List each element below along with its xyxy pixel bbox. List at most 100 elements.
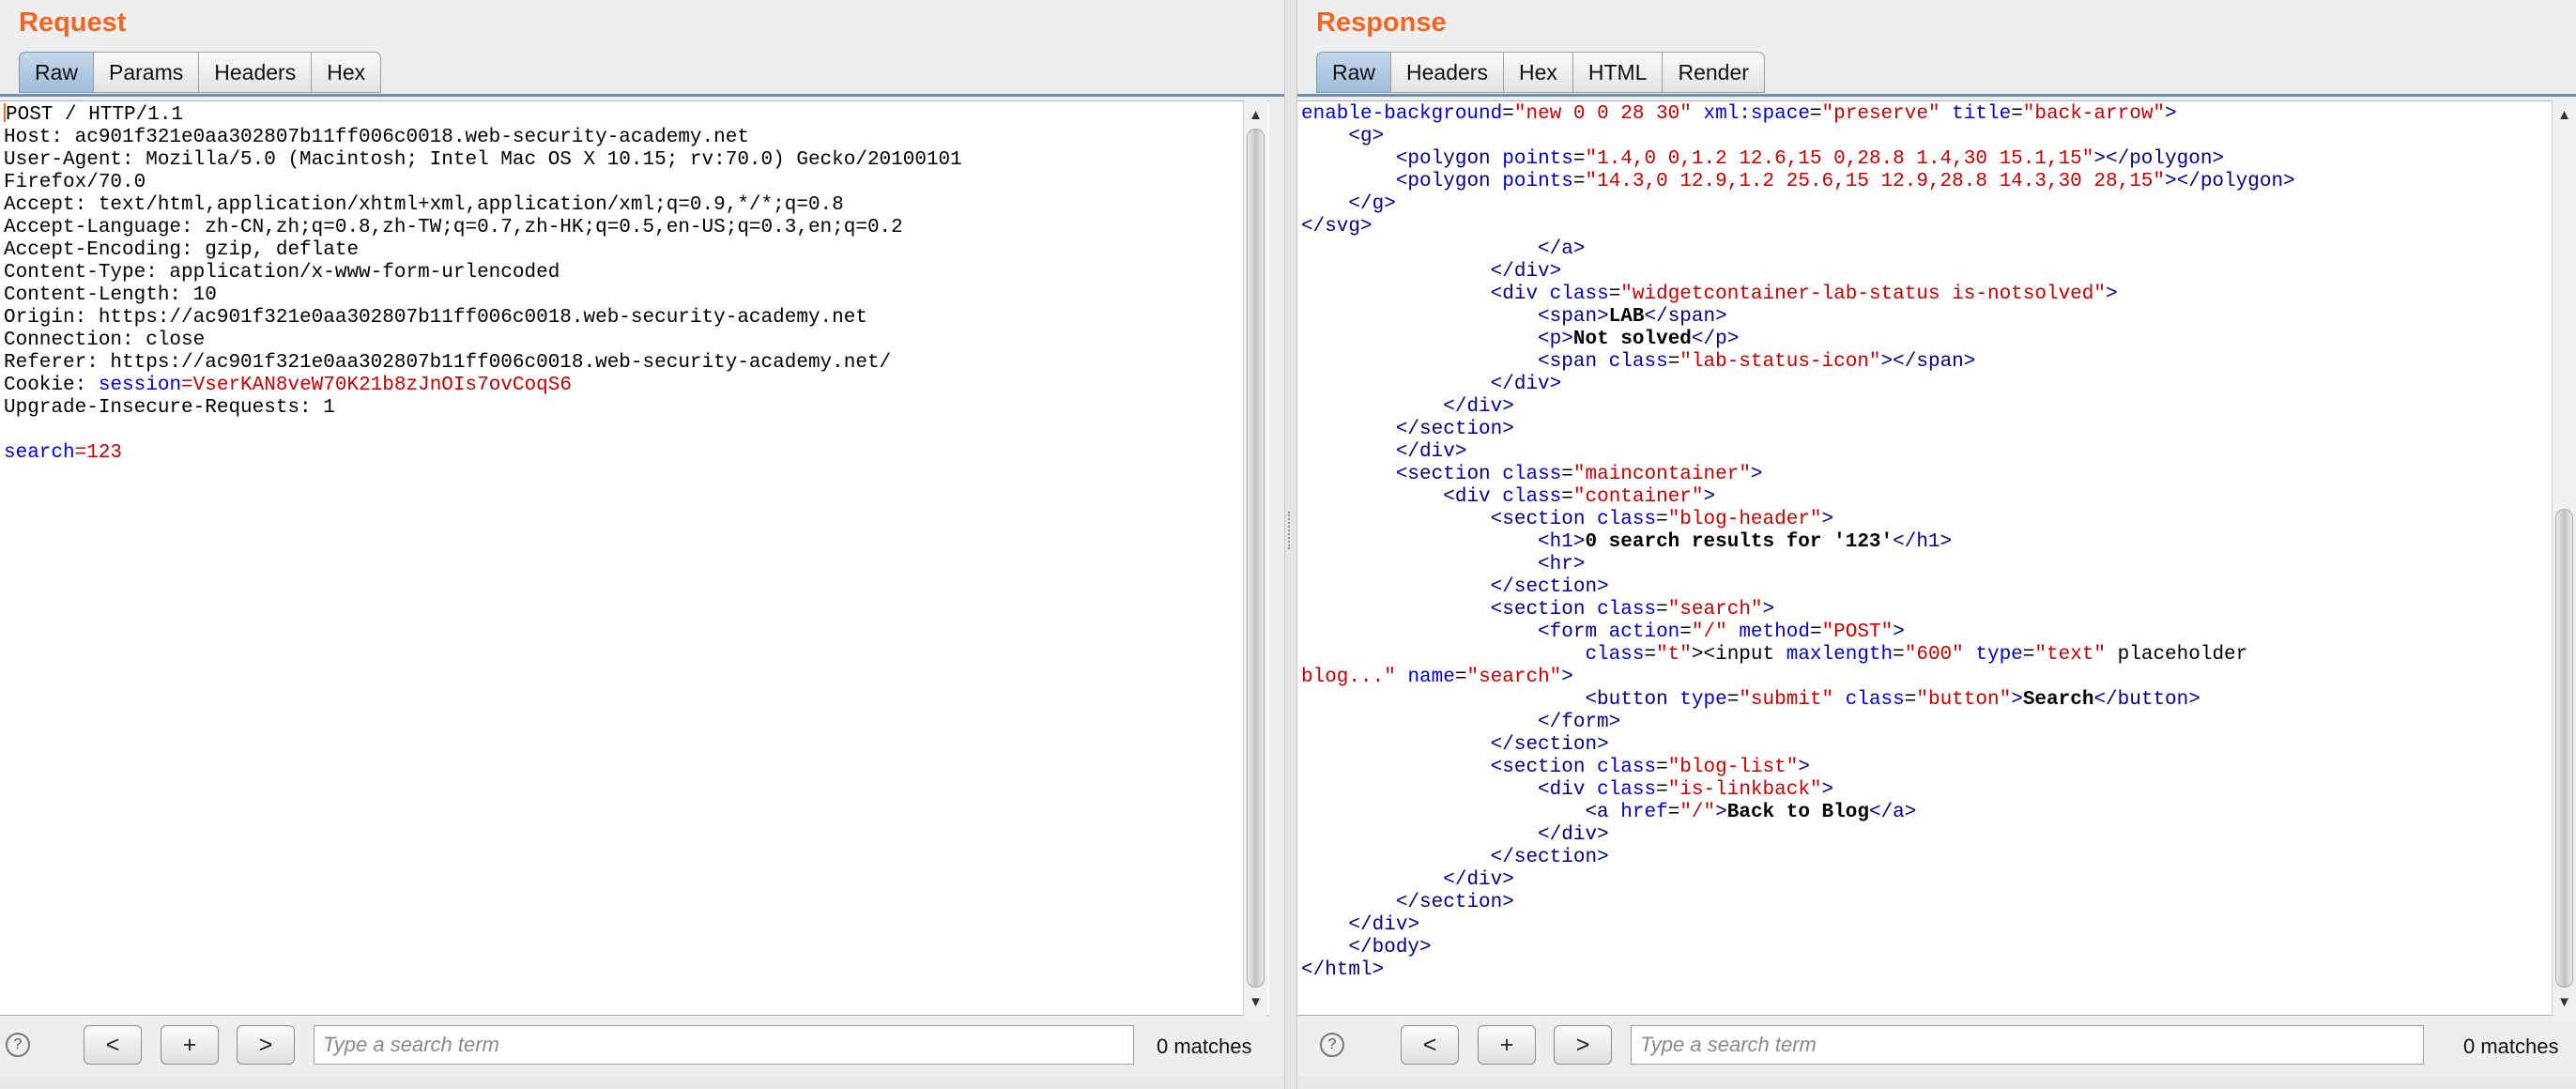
response-status-strip	[1297, 1076, 2576, 1089]
response-line: </section>	[1490, 576, 1609, 598]
previous-match-button[interactable]: <	[84, 1025, 142, 1065]
response-line: <section class="blog-header">	[1490, 509, 1834, 530]
header-upgrade-insecure: Upgrade-Insecure-Requests: 1	[4, 397, 335, 419]
scroll-up-icon[interactable]: ▲	[2553, 102, 2576, 127]
header-user-agent-wrap: Firefox/70.0	[4, 172, 146, 193]
cookie-value: =VserKAN8veW70K21b8zJnOIs7ovCoqS6	[181, 375, 572, 396]
header-user-agent: User-Agent: Mozilla/5.0 (Macintosh; Inte…	[4, 149, 962, 171]
response-line: </section>	[1490, 847, 1609, 868]
response-line: </html>	[1301, 959, 1385, 981]
request-tab-raw[interactable]: Raw	[19, 52, 94, 93]
response-line: </body>	[1348, 937, 1432, 959]
response-line: <h1>0 search results for '123'</h1>	[1538, 531, 1953, 553]
response-line: </section>	[1395, 419, 1514, 440]
scroll-up-icon[interactable]: ▲	[1244, 102, 1267, 127]
response-line: </div>	[1538, 824, 1609, 846]
help-icon[interactable]: ?	[6, 1033, 30, 1057]
header-origin: Origin: https://ac901f321e0aa302807b11ff…	[4, 307, 867, 329]
request-editor[interactable]: POST / HTTP/1.1 Host: ac901f321e0aa30280…	[0, 100, 1269, 1016]
response-line: </div>	[1348, 914, 1420, 936]
response-line: </div>	[1443, 396, 1514, 418]
splitter-grip-icon[interactable]	[1288, 512, 1296, 549]
response-line: <a href="/">Back to Blog</a>	[1585, 802, 1917, 823]
response-raw-text[interactable]: enable-background="new 0 0 28 30" xml:sp…	[1297, 101, 2553, 982]
previous-match-button[interactable]: <	[1401, 1025, 1459, 1065]
response-line: </form>	[1538, 712, 1621, 733]
cookie-name: session	[98, 375, 182, 396]
next-match-button[interactable]: >	[1554, 1025, 1612, 1065]
request-raw-text[interactable]: POST / HTTP/1.1 Host: ac901f321e0aa30280…	[0, 101, 1269, 465]
response-line: enable-background="new 0 0 28 30" xml:sp…	[1301, 103, 2177, 125]
request-search-bar: ? < + > 0 matches	[0, 1023, 1284, 1070]
header-accept-encoding: Accept-Encoding: gzip, deflate	[4, 239, 360, 261]
help-icon[interactable]: ?	[1320, 1033, 1344, 1057]
response-tab-render[interactable]: Render	[1662, 52, 1765, 93]
request-pane: Request Raw Params Headers Hex POST / HT…	[0, 0, 1284, 1089]
header-connection: Connection: close	[4, 330, 206, 351]
request-tabs: Raw Params Headers Hex	[19, 52, 382, 95]
response-tab-headers[interactable]: Headers	[1390, 52, 1503, 93]
response-pane: Response Raw Headers Hex HTML Render ena…	[1297, 0, 2576, 1089]
header-cookie-label: Cookie:	[4, 375, 99, 396]
response-line: blog..." name="search">	[1301, 667, 1573, 688]
request-title: Request	[19, 8, 127, 38]
response-editor[interactable]: enable-background="new 0 0 28 30" xml:sp…	[1297, 100, 2553, 1016]
request-search-input[interactable]	[314, 1025, 1134, 1065]
response-line: </g>	[1348, 193, 1396, 215]
pane-splitter[interactable]	[1284, 0, 1297, 1089]
response-line: </section>	[1395, 892, 1514, 913]
scroll-down-icon[interactable]: ▼	[2553, 989, 2576, 1014]
request-scroll-track[interactable]	[1247, 129, 1265, 988]
response-scroll-track[interactable]	[2555, 129, 2573, 988]
header-accept-language: Accept-Language: zh-CN,zh;q=0.8,zh-TW;q=…	[4, 217, 903, 238]
response-match-count: 0 matches	[2463, 1035, 2559, 1058]
response-scrollbar[interactable]: ▲ ▼	[2552, 100, 2576, 1016]
response-line: <polygon points="1.4,0 0,1.2 12.6,15 0,2…	[1395, 148, 2225, 170]
header-content-length: Content-Length: 10	[4, 284, 217, 306]
response-line: <div class="is-linkback">	[1538, 779, 1834, 801]
request-tab-headers[interactable]: Headers	[198, 52, 312, 93]
response-line: <section class="maincontainer">	[1395, 464, 1763, 485]
request-match-count: 0 matches	[1157, 1035, 1252, 1058]
add-search-button[interactable]: +	[1478, 1025, 1536, 1065]
response-line: <polygon points="14.3,0 12.9,1.2 25.6,15…	[1395, 171, 2295, 192]
header-referer: Referer: https://ac901f321e0aa302807b11f…	[4, 352, 892, 374]
header-host: Host: ac901f321e0aa302807b11ff006c0018.w…	[4, 127, 749, 148]
request-scroll-thumb[interactable]	[1247, 129, 1265, 988]
response-tabs: Raw Headers Hex HTML Render	[1316, 52, 1765, 95]
header-content-type: Content-Type: application/x-www-form-url…	[4, 262, 560, 284]
request-status-strip	[0, 1076, 1284, 1089]
response-scroll-thumb[interactable]	[2555, 509, 2573, 988]
response-line: <g>	[1348, 126, 1385, 147]
response-line: <div class="container">	[1443, 486, 1716, 508]
response-line: </svg>	[1301, 216, 1372, 238]
response-line: </a>	[1538, 238, 1586, 260]
response-line: <section class="blog-list">	[1490, 757, 1810, 778]
response-title: Response	[1316, 8, 1447, 38]
response-tab-raw[interactable]: Raw	[1316, 52, 1391, 93]
request-scrollbar[interactable]: ▲ ▼	[1243, 100, 1267, 1016]
response-tab-html[interactable]: HTML	[1572, 52, 1663, 93]
add-search-button[interactable]: +	[161, 1025, 219, 1065]
response-line: <span class="lab-status-icon"></span>	[1538, 351, 1976, 373]
response-line: <section class="search">	[1490, 599, 1775, 621]
response-tab-hex[interactable]: Hex	[1502, 52, 1572, 93]
response-line: <hr>	[1538, 554, 1586, 575]
response-line: </section>	[1490, 734, 1609, 756]
request-tab-hex[interactable]: Hex	[311, 52, 382, 93]
request-tab-params[interactable]: Params	[93, 52, 199, 93]
response-line: </div>	[1490, 374, 1562, 395]
body-param-value: =123	[74, 442, 123, 464]
response-search-input[interactable]	[1631, 1025, 2424, 1065]
response-line: </div>	[1395, 441, 1467, 463]
request-tab-underline	[0, 94, 1284, 97]
response-search-bar: ? < + > 0 matches	[1297, 1023, 2576, 1070]
scroll-down-icon[interactable]: ▼	[1244, 989, 1267, 1014]
response-line: <p>Not solved</p>	[1538, 329, 1740, 350]
response-line: <div class="widgetcontainer-lab-status i…	[1490, 284, 2118, 305]
response-line: </div>	[1443, 869, 1514, 891]
response-tab-underline	[1297, 94, 2576, 97]
response-line: <span>LAB</span>	[1538, 306, 1727, 328]
response-line: <button type="submit" class="button">Sea…	[1585, 689, 2200, 711]
next-match-button[interactable]: >	[237, 1025, 295, 1065]
